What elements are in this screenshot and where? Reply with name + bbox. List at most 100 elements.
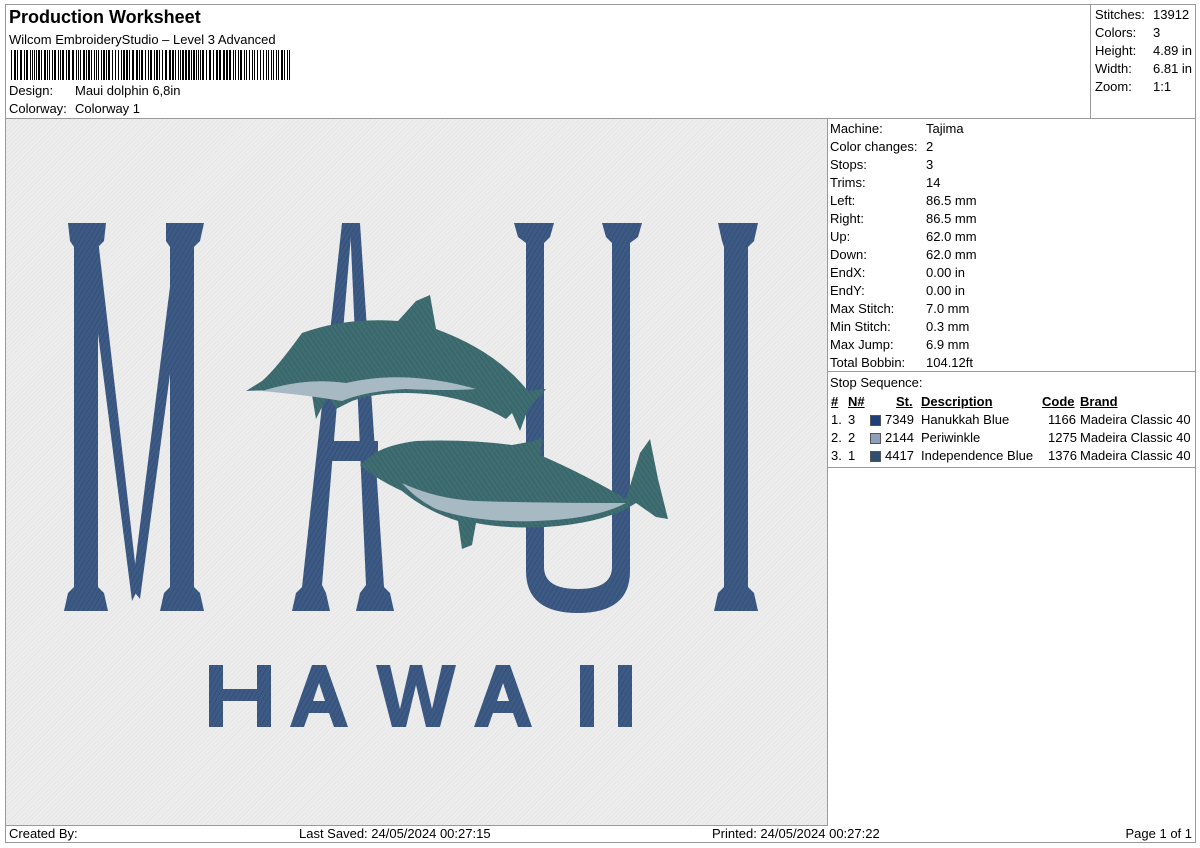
machine-label: Color changes: — [830, 139, 918, 154]
barcode-bar — [112, 50, 113, 80]
barcode-bar — [103, 50, 105, 80]
row-code: 1166 — [1048, 412, 1076, 427]
summary-value: 6.81 in — [1153, 61, 1193, 76]
barcode-bar — [88, 50, 90, 80]
summary-label: Width: — [1095, 61, 1132, 76]
embroidery-artwork — [64, 223, 758, 727]
col-stitches: St. — [896, 394, 913, 409]
barcode-bar — [175, 50, 176, 80]
col-description: Description — [921, 394, 993, 409]
barcode-bar — [14, 50, 16, 80]
barcode-bar — [72, 50, 74, 80]
barcode-bar — [101, 50, 102, 80]
letter-a — [292, 223, 394, 611]
row-code: 1275 — [1048, 430, 1077, 445]
created-by: Created By: — [9, 826, 78, 841]
letter-m — [64, 223, 204, 611]
barcode-bar — [86, 50, 87, 80]
barcode-bar — [44, 50, 46, 80]
barcode-bar — [123, 50, 125, 80]
machine-row: Machine: Tajima — [830, 121, 964, 136]
barcode-bar — [219, 50, 221, 80]
machine-row: Min Stitch: 0.3 mm — [830, 319, 969, 334]
machine-row: Up: 62.0 mm — [830, 229, 977, 244]
stop-sequence-title: Stop Sequence: — [830, 375, 923, 390]
barcode-bar — [47, 50, 48, 80]
barcode-bar — [172, 50, 174, 80]
barcode-bar — [62, 50, 64, 80]
row-description: Independence Blue — [921, 448, 1034, 463]
col-num: # — [831, 394, 839, 409]
machine-label: Min Stitch: — [830, 319, 891, 334]
barcode-bar — [244, 50, 245, 80]
barcode-bar — [68, 50, 70, 80]
barcode-bar — [268, 50, 269, 80]
row-stitches: 4417 — [885, 448, 914, 463]
barcode-bar — [58, 50, 59, 80]
stop-sequence: Stop Sequence: # N# St. Description Code… — [828, 372, 1195, 468]
barcode-bar — [20, 50, 22, 80]
col-code: Code — [1042, 394, 1075, 409]
summary-row: Colors: 3 — [1095, 25, 1195, 40]
design-label: Design: — [9, 83, 54, 98]
barcode-bar — [91, 50, 92, 80]
row-needle: 1 — [848, 448, 856, 463]
barcode-bar — [66, 50, 67, 80]
barcode-bar — [278, 50, 279, 80]
barcode-bar — [191, 50, 192, 80]
summary-row: Stitches: 13912 — [1095, 7, 1195, 22]
summary-value: 1:1 — [1153, 79, 1172, 94]
barcode-bar — [11, 50, 12, 80]
barcode — [11, 50, 290, 80]
barcode-bar — [30, 50, 31, 80]
machine-label: Max Jump: — [830, 337, 894, 352]
barcode-bar — [36, 50, 37, 80]
barcode-bar — [193, 50, 195, 80]
barcode-bar — [281, 50, 283, 80]
summary-label: Height: — [1095, 43, 1137, 58]
row-stitches: 2144 — [885, 430, 914, 445]
barcode-bar — [32, 50, 33, 80]
barcode-bar — [115, 50, 116, 80]
barcode-bar — [52, 50, 53, 80]
row-num: 2. — [831, 430, 842, 445]
barcode-bar — [80, 50, 81, 80]
barcode-bar — [17, 50, 18, 80]
barcode-bar — [108, 50, 110, 80]
machine-row: Stops: 3 — [830, 157, 933, 172]
barcode-bar — [178, 50, 179, 80]
machine-label: Up: — [830, 229, 851, 244]
barcode-bar — [159, 50, 160, 80]
machine-row: EndX: 0.00 in — [830, 265, 965, 280]
colorway-value: Colorway 1 — [75, 101, 141, 116]
barcode-bar — [252, 50, 253, 80]
barcode-bar — [260, 50, 261, 80]
barcode-bar — [223, 50, 225, 80]
machine-row: Total Bobbin: 104.12ft — [830, 355, 973, 370]
machine-value: 0.3 mm — [926, 319, 970, 334]
machine-label: Machine: — [830, 121, 883, 136]
barcode-bar — [200, 50, 201, 80]
barcode-bar — [141, 50, 143, 80]
barcode-bar — [121, 50, 122, 80]
row-brand: Madeira Classic 40 — [1080, 430, 1191, 445]
design-value: Maui dolphin 6,8in — [75, 83, 181, 98]
barcode-bar — [34, 50, 35, 80]
design-row: Design: Maui dolphin 6,8in — [9, 83, 181, 98]
table-row: 2. 2 2144 Periwinkle 1275 Madeira Classi… — [828, 430, 1195, 448]
machine-row: Color changes: 2 — [830, 139, 933, 154]
page-number: Page 1 of 1 — [1125, 826, 1193, 841]
machine-label: Left: — [830, 193, 856, 208]
design-summary: Stitches: 13912 Colors: 3 Height: 4.89 in W… — [1091, 5, 1195, 119]
barcode-bar — [271, 50, 272, 80]
stop-sequence-header: # N# St. Description Code Brand — [828, 394, 1195, 412]
colorway-label: Colorway: — [9, 101, 67, 116]
barcode-bar — [136, 50, 138, 80]
machine-value: 62.0 mm — [926, 229, 977, 244]
machine-value: 6.9 mm — [926, 337, 970, 352]
machine-row: Left: 86.5 mm — [830, 193, 977, 208]
barcode-bar — [284, 50, 285, 80]
barcode-bar — [83, 50, 85, 80]
machine-row: Down: 62.0 mm — [830, 247, 977, 262]
machine-label: Right: — [830, 211, 864, 226]
